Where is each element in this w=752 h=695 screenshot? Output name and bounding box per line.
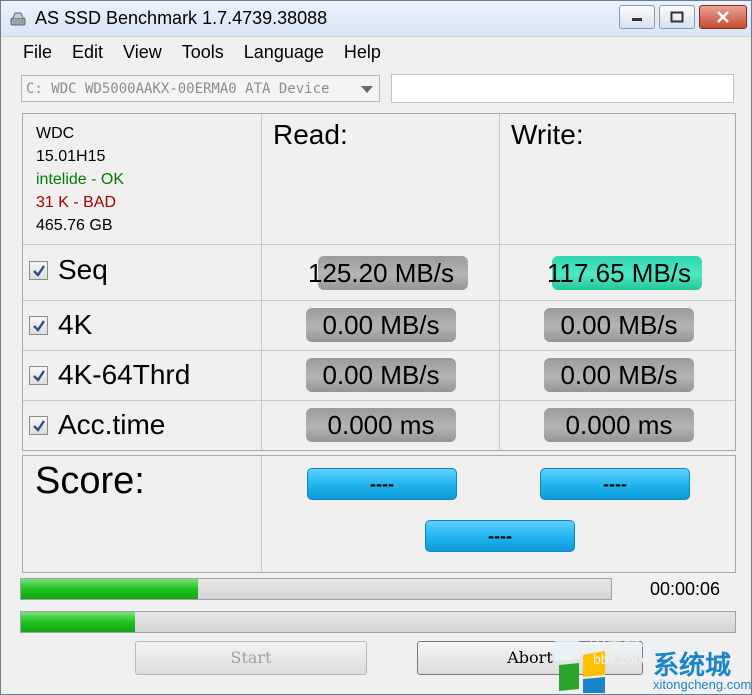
app-window: AS SSD Benchmark 1.7.4739.38088 File Edi… [0, 0, 752, 695]
4k-64thrd-write-value: 0.00 MB/s [501, 358, 737, 392]
checkmark-icon [33, 369, 45, 382]
4k-64thrd-read-value: 0.00 MB/s [263, 358, 499, 392]
chevron-down-icon [361, 86, 373, 93]
menu-file[interactable]: File [13, 39, 62, 67]
start-button[interactable]: Start [135, 641, 367, 675]
test-row-acc-time: Acc.time [29, 405, 165, 445]
read-column-header: Read: [273, 119, 348, 150]
current-progress-bar [20, 611, 736, 633]
alignment-status: 31 K - BAD [36, 194, 117, 211]
menu-help[interactable]: Help [334, 39, 391, 67]
close-button[interactable] [699, 5, 747, 29]
acc-time-write-value: 0.000 ms [501, 408, 737, 442]
seq-write-value: 117.65 MB/s [501, 256, 737, 290]
driver-status: intelide - OK [36, 171, 125, 188]
4k-checkbox[interactable] [29, 315, 48, 335]
results-panel: WDC 15.01H15 intelide - OK 31 K - BAD 46… [22, 113, 736, 451]
device-dropdown[interactable]: C: WDC WD5000AAKX-00ERMA0 ATA Device [21, 75, 380, 102]
4k-label: 4K [58, 309, 93, 340]
acc-time-checkbox[interactable] [29, 415, 48, 435]
drive-firmware: 15.01H15 [36, 148, 106, 165]
4k-read-value: 0.00 MB/s [263, 308, 499, 342]
checkmark-icon [33, 264, 45, 277]
maximize-button[interactable] [659, 5, 695, 29]
checkmark-icon [33, 419, 45, 432]
minimize-button[interactable] [619, 5, 655, 29]
drive-info: WDC 15.01H15 intelide - OK 31 K - BAD 46… [36, 122, 124, 237]
score-write: ---- [540, 468, 690, 500]
test-row-seq: Seq [29, 250, 108, 290]
device-dropdown-value: C: WDC WD5000AAKX-00ERMA0 ATA Device [26, 81, 330, 97]
seq-label: Seq [58, 254, 108, 285]
minimize-icon [632, 18, 642, 21]
menu-language[interactable]: Language [234, 39, 334, 67]
drive-vendor: WDC [36, 125, 75, 142]
drive-capacity: 465.76 GB [36, 217, 113, 234]
menu-bar: File Edit View Tools Language Help [1, 39, 751, 67]
test-row-4k-64thrd: 4K-64Thrd [29, 355, 190, 395]
score-panel: Score: ---- ---- ---- [22, 455, 736, 573]
4k-64thrd-label: 4K-64Thrd [58, 359, 191, 390]
drive-icon [10, 12, 26, 26]
menu-edit[interactable]: Edit [62, 39, 113, 67]
overall-progress-bar [20, 578, 612, 600]
acc-time-label: Acc.time [58, 409, 166, 440]
acc-time-read-value: 0.000 ms [263, 408, 499, 442]
menu-view[interactable]: View [113, 39, 172, 67]
device-text-field[interactable] [391, 74, 734, 103]
seq-checkbox[interactable] [29, 260, 48, 280]
checkmark-icon [33, 319, 45, 332]
score-read: ---- [307, 468, 457, 500]
seq-read-value: 125.20 MB/s [263, 256, 499, 290]
test-row-4k: 4K [29, 305, 92, 345]
title-bar: AS SSD Benchmark 1.7.4739.38088 [1, 1, 751, 37]
score-total: ---- [425, 520, 575, 552]
write-column-header: Write: [511, 119, 584, 150]
watermark: 中关村在线论坛 bbs.zol.com.cn 系统城 xitongcheng.c… [549, 631, 752, 695]
elapsed-time: 00:00:06 [650, 579, 721, 599]
close-icon [717, 11, 729, 23]
maximize-icon [670, 11, 684, 23]
menu-tools[interactable]: Tools [172, 39, 234, 67]
window-title: AS SSD Benchmark 1.7.4739.38088 [35, 8, 328, 28]
watermark-url2: xitongcheng.com [653, 677, 752, 692]
4k-write-value: 0.00 MB/s [501, 308, 737, 342]
score-label: Score: [35, 460, 145, 502]
4k-64thrd-checkbox[interactable] [29, 365, 48, 385]
